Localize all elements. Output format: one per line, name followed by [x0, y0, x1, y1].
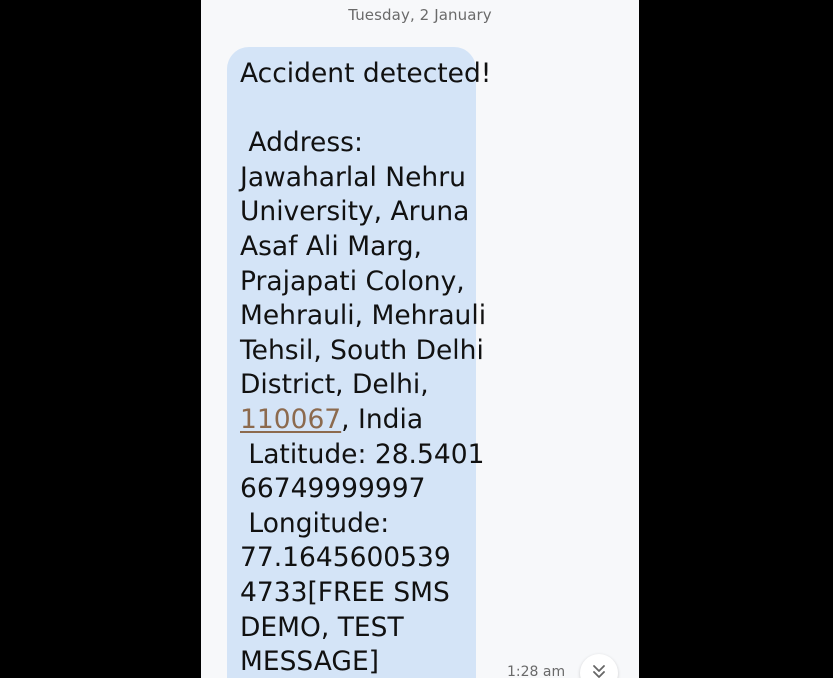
message-line: Address: [240, 127, 363, 159]
message-line: MESSAGE] [240, 646, 380, 678]
message-bubble[interactable]: Accident detected! Address: Jawaharlal N… [227, 47, 492, 678]
message-line: 4733[FREE SMS [240, 576, 450, 608]
message-line: 77.1645600539 [240, 542, 451, 574]
message-line: Mehrauli, Mehrauli [240, 300, 487, 332]
message-line: DEMO, TEST [240, 611, 404, 643]
message-line: Asaf Ali Marg, [240, 230, 422, 262]
message-text: , India [341, 403, 424, 435]
message-line: Prajapati Colony, [240, 265, 465, 297]
download-button[interactable] [580, 654, 618, 678]
message-line: Latitude: 28.5401 [240, 438, 485, 470]
message-line: Jawaharlal Nehru [240, 161, 466, 193]
message-line: Longitude: [240, 507, 390, 539]
message-line: 110067, India [240, 403, 476, 438]
message-line: Tehsil, South Delhi [240, 334, 484, 366]
message-line: University, Aruna [240, 196, 470, 228]
message-screen: Tuesday, 2 January Accident detected! Ad… [201, 0, 639, 678]
date-header: Tuesday, 2 January [348, 6, 492, 24]
postal-code-link[interactable]: 110067 [240, 404, 341, 435]
message-line: Accident detected! [240, 58, 492, 89]
message-line: 66749999997 [240, 473, 426, 505]
download-icon [593, 665, 605, 678]
message-timestamp: 1:28 am [507, 664, 566, 678]
message-line: District, Delhi, [240, 369, 429, 401]
